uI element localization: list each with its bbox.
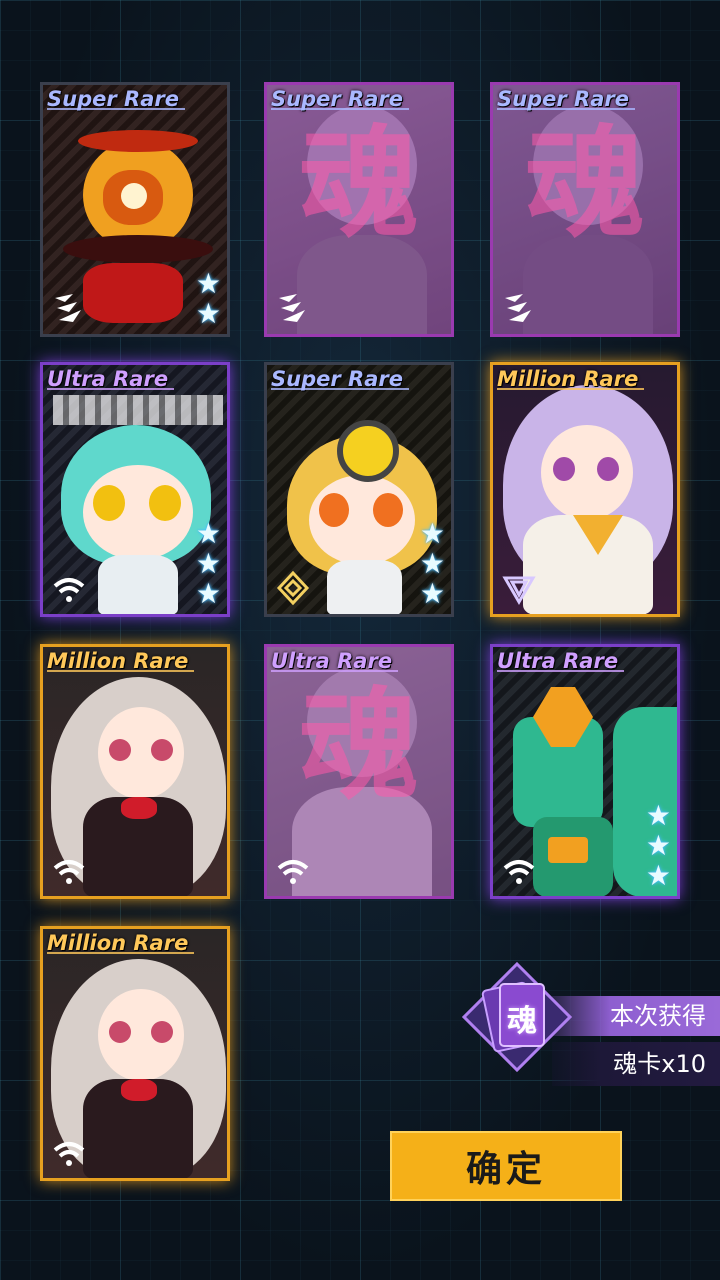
star-icon: ★ <box>419 517 445 550</box>
card-8[interactable]: 魂 Ultra Rare <box>264 644 454 899</box>
rarity-label: Million Rare <box>47 931 195 955</box>
star-icon: ★ <box>645 829 671 862</box>
soul-card-char: 魂 <box>507 1004 537 1039</box>
soul-mark: 魂 <box>525 115 645 254</box>
rarity-label: Million Rare <box>47 649 195 673</box>
star-icon: ★ <box>195 547 221 580</box>
card-4[interactable]: Ultra Rare ★ ★ ★ <box>40 362 230 617</box>
card-7[interactable]: Million Rare <box>40 644 230 899</box>
soul-mark: 魂 <box>299 677 419 816</box>
diamond-icon <box>273 568 313 608</box>
rarity-label: Ultra Rare <box>271 649 399 673</box>
rarity-label: Super Rare <box>271 87 409 111</box>
card-6[interactable]: Million Rare <box>490 362 680 617</box>
rarity-label: Super Rare <box>271 367 409 391</box>
star-icon: ★ <box>645 799 671 832</box>
obtained-label: 本次获得 <box>552 996 720 1036</box>
star-icon: ★ <box>195 577 221 610</box>
triangle-icon <box>499 568 539 608</box>
card-9[interactable]: Ultra Rare ★ ★ ★ <box>490 644 680 899</box>
rarity-label: Ultra Rare <box>497 649 625 673</box>
stripes-icon <box>499 288 539 328</box>
stripes-icon <box>273 288 313 328</box>
soul-card-icon: 魂 <box>461 961 573 1073</box>
soul-mark: 魂 <box>299 115 419 254</box>
star-rating: ★ ★ ★ <box>196 520 221 608</box>
star-icon: ★ <box>195 267 221 300</box>
soul-card-summary: 本次获得 魂卡x10 魂 <box>461 958 720 1088</box>
card-5[interactable]: Super Rare ★ ★ ★ <box>264 362 454 617</box>
rarity-label: Million Rare <box>497 367 645 391</box>
confirm-button[interactable]: 确定 <box>390 1131 622 1201</box>
rarity-label: Super Rare <box>47 87 185 111</box>
wifi-icon <box>49 1132 89 1172</box>
wifi-icon <box>49 850 89 890</box>
star-icon: ★ <box>645 859 671 892</box>
star-icon: ★ <box>419 577 445 610</box>
star-rating: ★ ★ ★ <box>420 520 445 608</box>
wifi-icon <box>49 568 89 608</box>
star-rating: ★ ★ ★ <box>646 802 671 890</box>
wifi-icon <box>499 850 539 890</box>
star-icon: ★ <box>195 517 221 550</box>
card-1[interactable]: Super Rare ★ ★ <box>40 82 230 337</box>
obtained-value: 魂卡x10 <box>552 1042 720 1086</box>
star-rating: ★ ★ <box>196 270 221 328</box>
stripes-icon <box>49 288 89 328</box>
rarity-label: Ultra Rare <box>47 367 175 391</box>
card-3[interactable]: 魂 Super Rare <box>490 82 680 337</box>
star-icon: ★ <box>419 547 445 580</box>
card-2[interactable]: 魂 Super Rare <box>264 82 454 337</box>
card-10[interactable]: Million Rare <box>40 926 230 1181</box>
rarity-label: Super Rare <box>497 87 635 111</box>
wifi-icon <box>273 850 313 890</box>
star-icon: ★ <box>195 297 221 330</box>
